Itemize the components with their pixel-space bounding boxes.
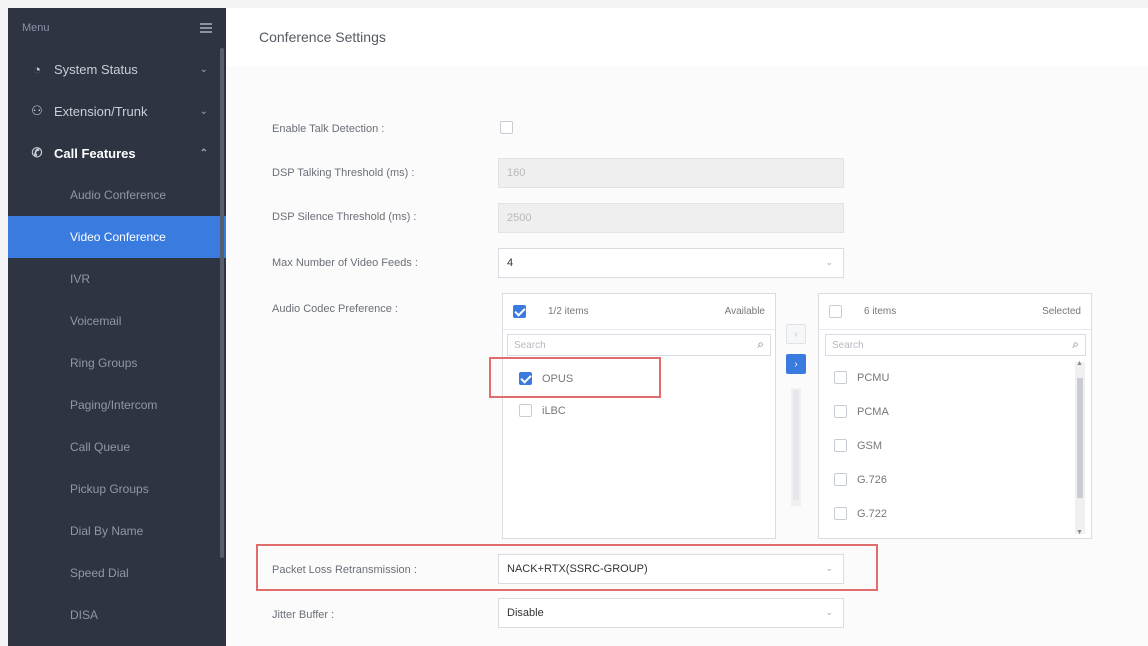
hamburger-icon[interactable] <box>200 23 212 33</box>
selected-scroll-thumb[interactable] <box>1077 378 1083 498</box>
page-title: Conference Settings <box>259 29 386 45</box>
left-strip <box>0 0 8 646</box>
selected-select-all-checkbox[interactable] <box>829 305 842 318</box>
selected-item-pcma[interactable]: PCMA <box>834 405 889 418</box>
sidebar-subitem-pickup-groups[interactable]: Pickup Groups <box>8 468 226 510</box>
selected-item-gsm[interactable]: GSM <box>834 439 882 452</box>
sidebar-subitem-speed-dial[interactable]: Speed Dial <box>8 552 226 594</box>
sidebar-subitem-call-queue[interactable]: Call Queue <box>8 426 226 468</box>
ilbc-checkbox[interactable] <box>519 404 532 417</box>
page-header: Conference Settings <box>226 8 1148 66</box>
available-search-input[interactable]: Search ⌕ <box>507 334 771 356</box>
move-right-button[interactable]: › <box>786 354 806 374</box>
chevron-up-icon: ⌃ <box>199 147 208 159</box>
talking-threshold-label: DSP Talking Threshold (ms) : <box>272 167 415 179</box>
search-icon: ⌕ <box>757 337 764 351</box>
available-title: Available <box>724 306 765 317</box>
selected-item-label: GSM <box>857 439 883 452</box>
available-search-placeholder: Search <box>514 339 546 351</box>
silence-threshold-input[interactable]: 2500 <box>498 203 844 233</box>
selected-search-placeholder: Search <box>832 339 864 351</box>
silence-threshold-label: DSP Silence Threshold (ms) : <box>272 211 417 223</box>
selected-list-scrollbar[interactable]: ▲ ▼ <box>1075 360 1085 536</box>
selected-item-label: G.722 <box>857 507 887 520</box>
jitter-buffer-value: Disable <box>507 607 544 619</box>
sidebar-subitem-ivr[interactable]: IVR <box>8 258 226 300</box>
selected-title: Selected <box>1042 306 1081 317</box>
sidebar-item-label: Call Features <box>54 145 136 161</box>
jitter-buffer-select[interactable]: Disable ⌄ <box>498 598 844 628</box>
available-item-ilbc[interactable]: iLBC <box>519 404 566 417</box>
chevron-down-icon: ⌄ <box>199 63 208 75</box>
chevron-down-icon: ⌄ <box>825 607 833 617</box>
selected-panel-header: 6 items Selected <box>819 294 1091 330</box>
sidebar-item-extension-trunk[interactable]: ⚇ Extension/Trunk ⌄ <box>8 90 226 132</box>
available-item-label: iLBC <box>542 404 566 417</box>
pcma-checkbox[interactable] <box>834 405 847 418</box>
max-feeds-select[interactable]: 4 ⌄ <box>498 248 844 278</box>
sidebar-subitem-video-conference[interactable]: Video Conference <box>8 216 226 258</box>
selected-count: 6 items <box>864 306 897 317</box>
selected-item-label: G.726 <box>857 473 887 486</box>
sidebar-subitem-disa[interactable]: DISA <box>8 594 226 636</box>
chevron-down-icon: ⌄ <box>199 105 208 117</box>
available-select-all-checkbox[interactable] <box>513 305 526 318</box>
sidebar-subitem-audio-conference[interactable]: Audio Conference <box>8 174 226 216</box>
selected-item-label: PCMA <box>857 405 889 418</box>
transfer-scrollbar[interactable] <box>791 388 801 506</box>
scroll-down-icon[interactable]: ▼ <box>1076 529 1083 536</box>
sidebar-subitem-paging-intercom[interactable]: Paging/Intercom <box>8 384 226 426</box>
max-feeds-value: 4 <box>507 257 514 269</box>
sidebar-header: Menu <box>8 8 226 48</box>
sidebar-item-label: System Status <box>54 61 138 77</box>
sidebar-subitem-dial-by-name[interactable]: Dial By Name <box>8 510 226 552</box>
g726-checkbox[interactable] <box>834 473 847 486</box>
sidebar-item-system-status[interactable]: ◔ System Status ⌄ <box>8 48 226 90</box>
phone-icon: ✆ <box>31 145 43 160</box>
selected-item-label: PCMU <box>857 371 890 384</box>
available-panel-header: 1/2 items Available <box>503 294 775 330</box>
talk-detection-checkbox[interactable] <box>500 121 513 134</box>
search-icon: ⌕ <box>1072 337 1079 351</box>
move-left-button[interactable]: ‹ <box>786 324 806 344</box>
sidebar-scrollbar[interactable] <box>220 48 224 558</box>
sidebar-header-label: Menu <box>22 22 50 34</box>
selected-search-input[interactable]: Search ⌕ <box>825 334 1086 356</box>
gsm-checkbox[interactable] <box>834 439 847 452</box>
top-strip <box>0 0 1148 8</box>
sidebar-item-label: Extension/Trunk <box>54 103 148 119</box>
opus-highlight-box <box>489 357 661 398</box>
available-count: 1/2 items <box>548 306 589 317</box>
system-status-icon: ◔ <box>33 61 41 77</box>
selected-item-pcmu[interactable]: PCMU <box>834 371 889 384</box>
pcmu-checkbox[interactable] <box>834 371 847 384</box>
sidebar-item-call-features[interactable]: ✆ Call Features ⌃ <box>8 132 226 174</box>
talking-threshold-input[interactable]: 160 <box>498 158 844 188</box>
transfer-scroll-thumb[interactable] <box>793 390 799 500</box>
sidebar-subitem-voicemail[interactable]: Voicemail <box>8 300 226 342</box>
codec-pref-label: Audio Codec Preference : <box>272 303 398 315</box>
chevron-down-icon: ⌄ <box>825 257 833 267</box>
selected-item-g722[interactable]: G.722 <box>834 507 887 520</box>
selected-item-g726[interactable]: G.726 <box>834 473 887 486</box>
sidebar-subitem-ring-groups[interactable]: Ring Groups <box>8 342 226 384</box>
g722-checkbox[interactable] <box>834 507 847 520</box>
max-feeds-label: Max Number of Video Feeds : <box>272 257 418 269</box>
extension-trunk-icon: ⚇ <box>31 103 43 118</box>
packet-loss-highlight-box <box>256 544 878 591</box>
sidebar: Menu ◔ System Status ⌄ ⚇ Extension/Trunk… <box>8 8 226 646</box>
talk-detection-label: Enable Talk Detection : <box>272 123 385 135</box>
scroll-up-icon[interactable]: ▲ <box>1076 360 1083 367</box>
jitter-buffer-label: Jitter Buffer : <box>272 609 335 621</box>
